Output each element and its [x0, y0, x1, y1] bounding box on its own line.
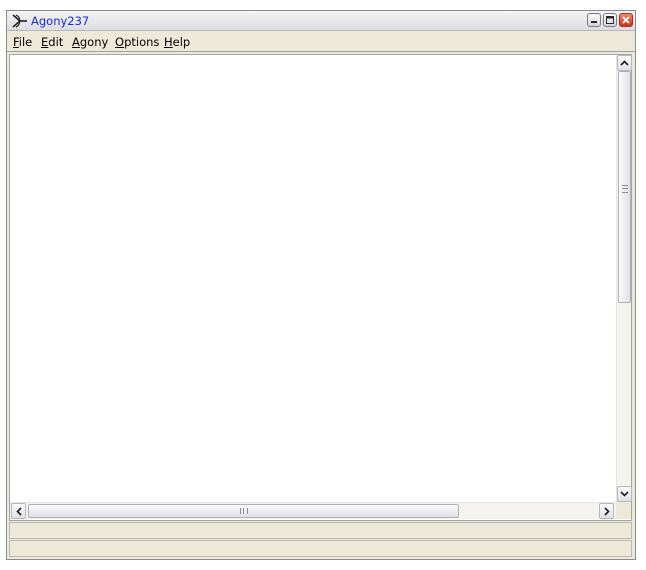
- vertical-scrollbar[interactable]: [616, 55, 632, 502]
- grip-icon: [622, 185, 628, 193]
- maximize-icon: [606, 16, 614, 24]
- chevron-right-icon: [603, 506, 610, 516]
- title-bar[interactable]: Agony237: [7, 11, 635, 31]
- menu-edit[interactable]: Edit: [41, 35, 63, 49]
- chevron-up-icon: [620, 60, 629, 66]
- agony-icon: [12, 14, 27, 28]
- status-bar-primary: [9, 522, 632, 539]
- menu-options-label: ptions: [124, 35, 160, 49]
- menu-help[interactable]: Help: [164, 35, 190, 49]
- chevron-left-icon: [15, 506, 22, 516]
- horizontal-scrollbar[interactable]: [10, 502, 616, 519]
- menu-options[interactable]: Options: [115, 35, 159, 49]
- menu-file-label: ile: [18, 35, 33, 49]
- status-bar-secondary: [9, 540, 632, 557]
- scroll-left-button[interactable]: [11, 503, 26, 519]
- grip-icon: [240, 508, 248, 514]
- scroll-down-button[interactable]: [617, 486, 632, 502]
- menu-file[interactable]: File: [13, 35, 32, 49]
- menu-bar: File Edit Agony Options Help: [7, 32, 635, 52]
- chevron-down-icon: [620, 491, 629, 497]
- menu-agony-mnemonic: A: [72, 35, 80, 49]
- content-area[interactable]: [9, 54, 632, 521]
- menu-options-mnemonic: O: [115, 35, 125, 49]
- scrollbar-corner: [616, 502, 631, 519]
- menu-agony[interactable]: Agony: [72, 35, 108, 49]
- close-button[interactable]: [619, 13, 633, 27]
- vertical-scroll-thumb[interactable]: [618, 71, 631, 303]
- menu-agony-label: gony: [79, 35, 109, 49]
- app-window: Agony237 File Edit Agony Options Help: [6, 10, 636, 560]
- minimize-icon: [591, 21, 597, 23]
- minimize-button[interactable]: [587, 13, 601, 27]
- scroll-up-button[interactable]: [617, 55, 632, 71]
- scroll-right-button[interactable]: [599, 503, 614, 519]
- close-icon: [622, 16, 630, 24]
- menu-help-mnemonic: H: [164, 35, 173, 49]
- menu-edit-label: dit: [48, 35, 64, 49]
- maximize-button[interactable]: [603, 13, 617, 27]
- window-title: Agony237: [31, 14, 90, 28]
- horizontal-scroll-thumb[interactable]: [28, 504, 459, 518]
- menu-help-label: elp: [172, 35, 191, 49]
